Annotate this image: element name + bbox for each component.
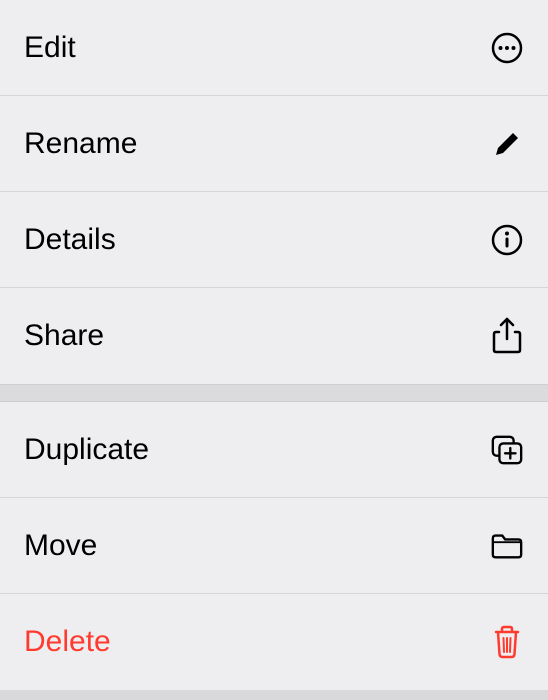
pencil-icon	[490, 127, 524, 161]
duplicate-icon	[490, 433, 524, 467]
menu-section-1: Edit Rename Details Share	[0, 0, 548, 384]
details-menu-item[interactable]: Details	[0, 192, 548, 288]
menu-label: Rename	[24, 127, 137, 161]
menu-label: Share	[24, 319, 104, 353]
share-menu-item[interactable]: Share	[0, 288, 548, 384]
menu-label: Move	[24, 529, 97, 563]
info-icon	[490, 223, 524, 257]
delete-menu-item[interactable]: Delete	[0, 594, 548, 690]
menu-label: Edit	[24, 31, 76, 65]
move-menu-item[interactable]: Move	[0, 498, 548, 594]
menu-label: Details	[24, 223, 116, 257]
menu-label: Duplicate	[24, 433, 149, 467]
duplicate-menu-item[interactable]: Duplicate	[0, 402, 548, 498]
share-icon	[490, 319, 524, 353]
section-divider	[0, 384, 548, 402]
trash-icon	[490, 625, 524, 659]
folder-icon	[490, 529, 524, 563]
more-icon	[490, 31, 524, 65]
menu-section-2: Duplicate Move Delete	[0, 402, 548, 690]
rename-menu-item[interactable]: Rename	[0, 96, 548, 192]
menu-label: Delete	[24, 625, 111, 659]
edit-menu-item[interactable]: Edit	[0, 0, 548, 96]
